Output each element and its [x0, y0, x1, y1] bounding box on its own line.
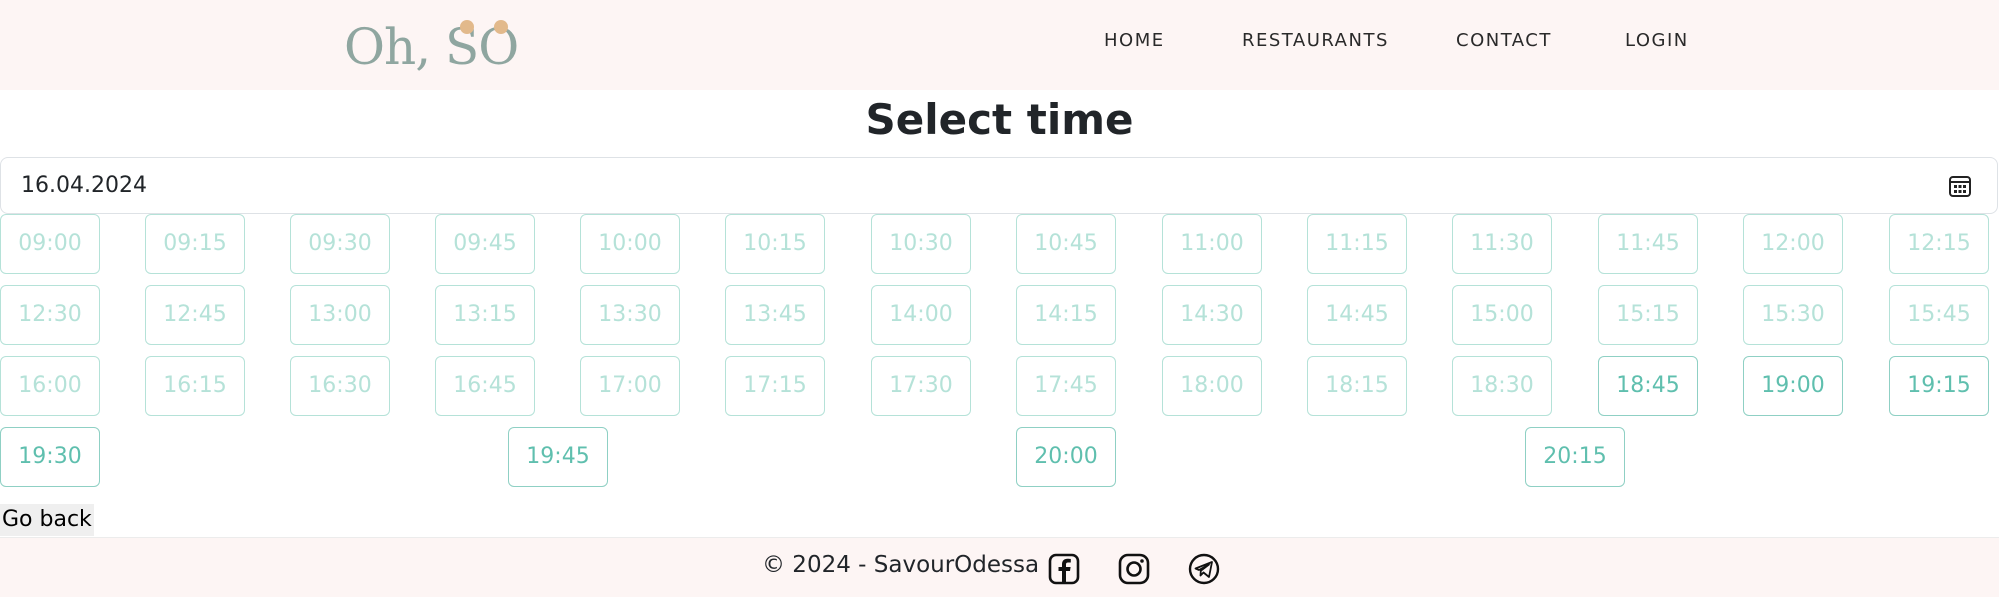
time-slot-disabled: 17:45: [1016, 356, 1116, 416]
time-slot-disabled: 09:45: [435, 214, 535, 274]
logo-text: Oh, SO: [344, 18, 519, 76]
logo-ear-icon: [494, 20, 508, 34]
time-slot-disabled: 12:45: [145, 285, 245, 345]
brand-logo[interactable]: Oh, SO: [344, 16, 519, 78]
time-slot-disabled: 11:45: [1598, 214, 1698, 274]
footer: © 2024 - SavourOdessa: [0, 537, 1999, 597]
time-slot-disabled: 12:15: [1889, 214, 1989, 274]
date-field[interactable]: [0, 157, 1998, 214]
time-slot-disabled: 11:30: [1452, 214, 1552, 274]
time-slot-disabled: 18:00: [1162, 356, 1262, 416]
time-slot-disabled: 14:45: [1307, 285, 1407, 345]
time-slot-available[interactable]: 20:00: [1016, 427, 1116, 487]
time-slot-disabled: 16:30: [290, 356, 390, 416]
time-slot-disabled: 10:15: [725, 214, 825, 274]
time-slot-disabled: 10:45: [1016, 214, 1116, 274]
nav-restaurants[interactable]: RESTAURANTS: [1242, 30, 1389, 51]
navbar: Oh, SO HOME RESTAURANTS CONTACT LOGIN: [0, 0, 1999, 90]
time-slot-disabled: 13:15: [435, 285, 535, 345]
time-slot-disabled: 14:15: [1016, 285, 1116, 345]
time-slot-disabled: 11:00: [1162, 214, 1262, 274]
date-input[interactable]: [21, 158, 1921, 213]
calendar-icon[interactable]: [1948, 174, 1972, 198]
time-slot-disabled: 17:00: [580, 356, 680, 416]
time-slot-disabled: 16:15: [145, 356, 245, 416]
time-slot-disabled: 09:30: [290, 214, 390, 274]
time-slot-available[interactable]: 18:45: [1598, 356, 1698, 416]
time-slot-disabled: 14:00: [871, 285, 971, 345]
time-slot-disabled: 10:00: [580, 214, 680, 274]
time-slot-disabled: 15:45: [1889, 285, 1989, 345]
time-slot-disabled: 16:00: [0, 356, 100, 416]
time-slot-available[interactable]: 19:30: [0, 427, 100, 487]
time-slot-disabled: 17:30: [871, 356, 971, 416]
time-slot-disabled: 09:15: [145, 214, 245, 274]
time-slot-disabled: 17:15: [725, 356, 825, 416]
time-slot-disabled: 12:00: [1743, 214, 1843, 274]
time-slot-disabled: 13:00: [290, 285, 390, 345]
go-back-button[interactable]: Go back: [0, 504, 94, 536]
nav-login[interactable]: LOGIN: [1625, 30, 1689, 51]
time-slot-disabled: 13:45: [725, 285, 825, 345]
page-title: Select time: [865, 95, 1134, 144]
copyright-text: © 2024 - SavourOdessa: [762, 552, 1040, 578]
telegram-icon[interactable]: [1187, 552, 1221, 586]
time-slot-disabled: 09:00: [0, 214, 100, 274]
time-slot-disabled: 18:30: [1452, 356, 1552, 416]
time-slot-disabled: 15:00: [1452, 285, 1552, 345]
time-slot-disabled: 11:15: [1307, 214, 1407, 274]
time-slot-disabled: 10:30: [871, 214, 971, 274]
time-slot-disabled: 18:15: [1307, 356, 1407, 416]
facebook-icon[interactable]: [1047, 552, 1081, 586]
time-slot-disabled: 15:30: [1743, 285, 1843, 345]
time-slot-disabled: 14:30: [1162, 285, 1262, 345]
time-slot-available[interactable]: 19:00: [1743, 356, 1843, 416]
nav-home[interactable]: HOME: [1104, 30, 1165, 51]
time-slot-disabled: 16:45: [435, 356, 535, 416]
time-slot-disabled: 15:15: [1598, 285, 1698, 345]
instagram-icon[interactable]: [1117, 552, 1151, 586]
time-slot-available[interactable]: 20:15: [1525, 427, 1625, 487]
time-slot-disabled: 12:30: [0, 285, 100, 345]
time-slot-available[interactable]: 19:15: [1889, 356, 1989, 416]
time-slot-available[interactable]: 19:45: [508, 427, 608, 487]
time-slot-disabled: 13:30: [580, 285, 680, 345]
nav-contact[interactable]: CONTACT: [1456, 30, 1552, 51]
logo-ear-icon: [460, 20, 474, 34]
